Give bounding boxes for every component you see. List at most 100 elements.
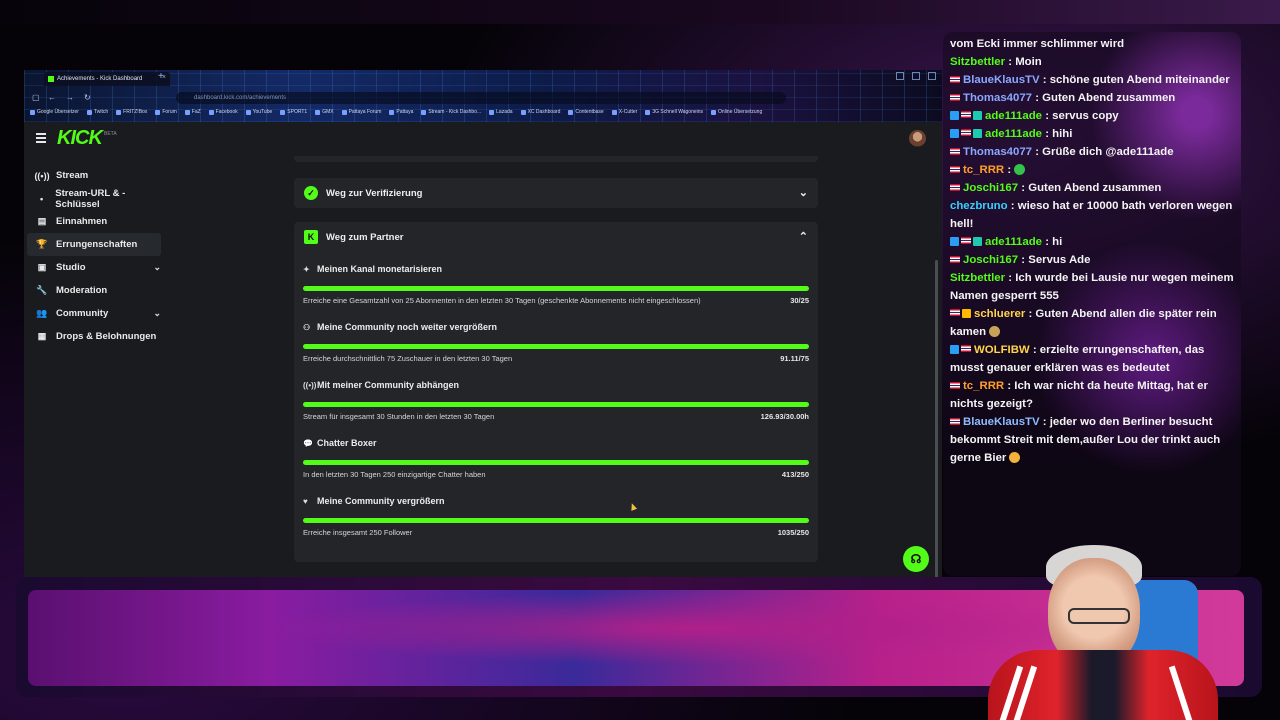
flag-badge-icon — [950, 256, 960, 264]
chat-username[interactable]: BlaueKlausTV — [963, 74, 1040, 86]
bookmark-item[interactable]: XC Dashboard — [520, 109, 560, 115]
chat-username[interactable]: Joschi167 — [963, 254, 1018, 266]
sidebar-item-moderation[interactable]: 🔧 Moderation — [27, 279, 161, 302]
bookmark-item[interactable]: Lazada — [489, 109, 513, 115]
achievement-title: Meine Community noch weiter vergrößern — [317, 322, 498, 332]
bookmark-icon — [421, 109, 427, 115]
chevron-up-icon[interactable]: ⌃ — [799, 230, 808, 243]
sidebar-icon: ▦ — [37, 331, 47, 341]
chat-username[interactable]: Sitzbettler — [950, 272, 1005, 284]
chat-username[interactable]: BlaueKlausTV — [963, 416, 1040, 428]
bookmarks-bar: Google Übersetzer Twitch FRITZ!Box Forum FaZ… — [30, 109, 762, 115]
chevron-down-icon[interactable]: ⌄ — [799, 186, 808, 199]
progress-bar — [303, 344, 809, 349]
chat-text: : hi — [1045, 236, 1063, 248]
sidebar-item-stream-url-schlüssel[interactable]: • Stream-URL & -Schlüssel — [27, 187, 161, 210]
bookmark-icon — [568, 109, 574, 115]
sidebar-item-einnahmen[interactable]: ▤ Einnahmen — [27, 210, 161, 233]
achievement-icon: ⚇ — [303, 322, 311, 332]
bookmark-item[interactable]: Google Übersetzer — [30, 109, 79, 115]
maximize-button[interactable] — [912, 72, 920, 80]
bookmark-item[interactable]: Pattaya Forum — [341, 109, 381, 115]
sidebar-item-errungenschaften[interactable]: 🏆 Errungenschaften — [27, 233, 161, 256]
sidebar-item-studio[interactable]: ▣ Studio ⌄ — [27, 256, 161, 279]
emote-icon — [1014, 164, 1026, 176]
chat-message: Thomas4077 : Grüße dich @ade111ade — [950, 143, 1234, 161]
chat-username[interactable]: ade111ade — [985, 110, 1042, 122]
chat-username[interactable]: tc_RRR — [963, 164, 1004, 176]
bookmark-item[interactable]: Online Übersetzung — [711, 109, 762, 115]
chat-message: tc_RRR : — [950, 161, 1234, 179]
chat-message: BlaueKlausTV : schöne guten Abend mitein… — [950, 71, 1234, 89]
achievement-description: In den letzten 30 Tagen 250 einzigartige… — [303, 470, 486, 479]
sidebar-item-community[interactable]: 👥 Community ⌄ — [27, 302, 161, 325]
chat-username[interactable]: Sitzbettler — [950, 56, 1005, 68]
chat-username[interactable]: schluerer — [974, 308, 1025, 320]
bookmark-item[interactable]: YouTube — [245, 109, 272, 115]
minimize-button[interactable] — [896, 72, 904, 80]
chat-message: WOLFIBW : erzielte errungenschaften, das… — [950, 341, 1234, 377]
verification-card[interactable]: ✓ Weg zur Verifizierung ⌄ — [294, 178, 818, 208]
sidebar-item-label: Errungenschaften — [56, 239, 138, 250]
sidebar-item-stream[interactable]: ((•)) Stream — [27, 164, 161, 187]
chat-text: : Guten Abend zusammen — [1035, 92, 1176, 104]
support-chat-button[interactable]: ☊ — [903, 546, 929, 572]
bookmark-item[interactable]: SPORT1 — [280, 109, 307, 115]
kick-logo[interactable]: KICK — [57, 127, 103, 150]
address-bar[interactable]: dashboard.kick.com/achievements — [176, 92, 786, 104]
sidebar-toggle-icon[interactable]: ▢ — [32, 93, 40, 102]
achievement-value: 126.93/30.00h — [760, 412, 809, 421]
bookmark-item[interactable]: Contentbase — [568, 109, 604, 115]
chat-username[interactable]: tc_RRR — [963, 380, 1004, 392]
chat-username[interactable]: Joschi167 — [963, 182, 1018, 194]
sub-badge-icon — [950, 237, 959, 247]
close-window-button[interactable] — [928, 72, 936, 80]
sidebar-item-drops-belohnungen[interactable]: ▦ Drops & Belohnungen — [27, 325, 161, 348]
bookmark-item[interactable]: FRITZ!Box — [116, 109, 147, 115]
bookmark-item[interactable]: Stream - Kick Dashbo... — [421, 109, 481, 115]
bookmark-item[interactable]: Pattaya — [389, 109, 413, 115]
chat-text: vom Ecki immer schlimmer wird — [950, 38, 1125, 50]
bookmark-item[interactable]: X-Cutter — [611, 109, 637, 115]
sidebar-item-label: Einnahmen — [56, 216, 108, 227]
tab-title: Achievements - Kick Dashboard — [57, 76, 143, 82]
scrollbar[interactable] — [935, 260, 938, 580]
bookmark-item[interactable]: Twitch — [86, 109, 108, 115]
new-tab-button[interactable]: + — [158, 71, 164, 82]
reload-icon[interactable]: ↻ — [84, 93, 91, 102]
flag-badge-icon — [961, 237, 971, 245]
bookmark-item[interactable]: Facebook — [208, 109, 238, 115]
menu-icon[interactable] — [36, 133, 46, 145]
chevron-down-icon[interactable]: ⌄ — [153, 308, 161, 319]
bookmark-item[interactable]: Forum — [155, 109, 177, 115]
chat-username[interactable]: ade111ade — [985, 128, 1042, 140]
back-icon[interactable]: ← — [48, 93, 56, 102]
bookmark-icon — [520, 109, 526, 115]
browser-tab[interactable]: Achievements - Kick Dashboard × — [44, 72, 170, 86]
achievement-item: 💬 Chatter Boxer In den letzten 30 Tagen 25… — [294, 436, 818, 494]
chat-username[interactable]: Thomas4077 — [963, 146, 1032, 158]
sidebar-icon: 👥 — [36, 308, 48, 318]
bookmark-item[interactable]: GMX — [315, 109, 334, 115]
sidebar-icon: 🏆 — [36, 239, 48, 249]
chat-text: : Servus Ade — [1021, 254, 1091, 266]
chat-text: : — [1007, 164, 1012, 176]
sidebar-item-label: Moderation — [56, 285, 108, 296]
toolbar: ▢ ← → ↻ dashboard.kick.com/achievements — [24, 90, 942, 106]
bookmark-icon — [315, 109, 321, 115]
sidebar-item-label: Studio — [56, 262, 86, 273]
chat-username[interactable]: chezbruno — [950, 200, 1008, 212]
avatar[interactable] — [909, 130, 926, 147]
dashboard-sidebar: ((•)) Stream • Stream-URL & -Schlüssel ▤ Einn… — [24, 164, 169, 348]
chat-text: : Guten Abend zusammen — [1021, 182, 1162, 194]
bookmark-item[interactable]: FaZ — [184, 109, 201, 115]
sidebar-item-label: Drops & Belohnungen — [56, 331, 157, 342]
forward-icon[interactable]: → — [66, 93, 74, 102]
gift-badge-icon — [973, 237, 982, 247]
chat-username[interactable]: ade111ade — [985, 236, 1042, 248]
bookmark-item[interactable]: 3G Schnell Wagoneins — [645, 109, 703, 115]
chat-username[interactable]: Thomas4077 — [963, 92, 1032, 104]
chevron-down-icon[interactable]: ⌄ — [153, 262, 161, 273]
sidebar-icon: 🔧 — [36, 285, 48, 295]
chat-username[interactable]: WOLFIBW — [974, 344, 1030, 356]
